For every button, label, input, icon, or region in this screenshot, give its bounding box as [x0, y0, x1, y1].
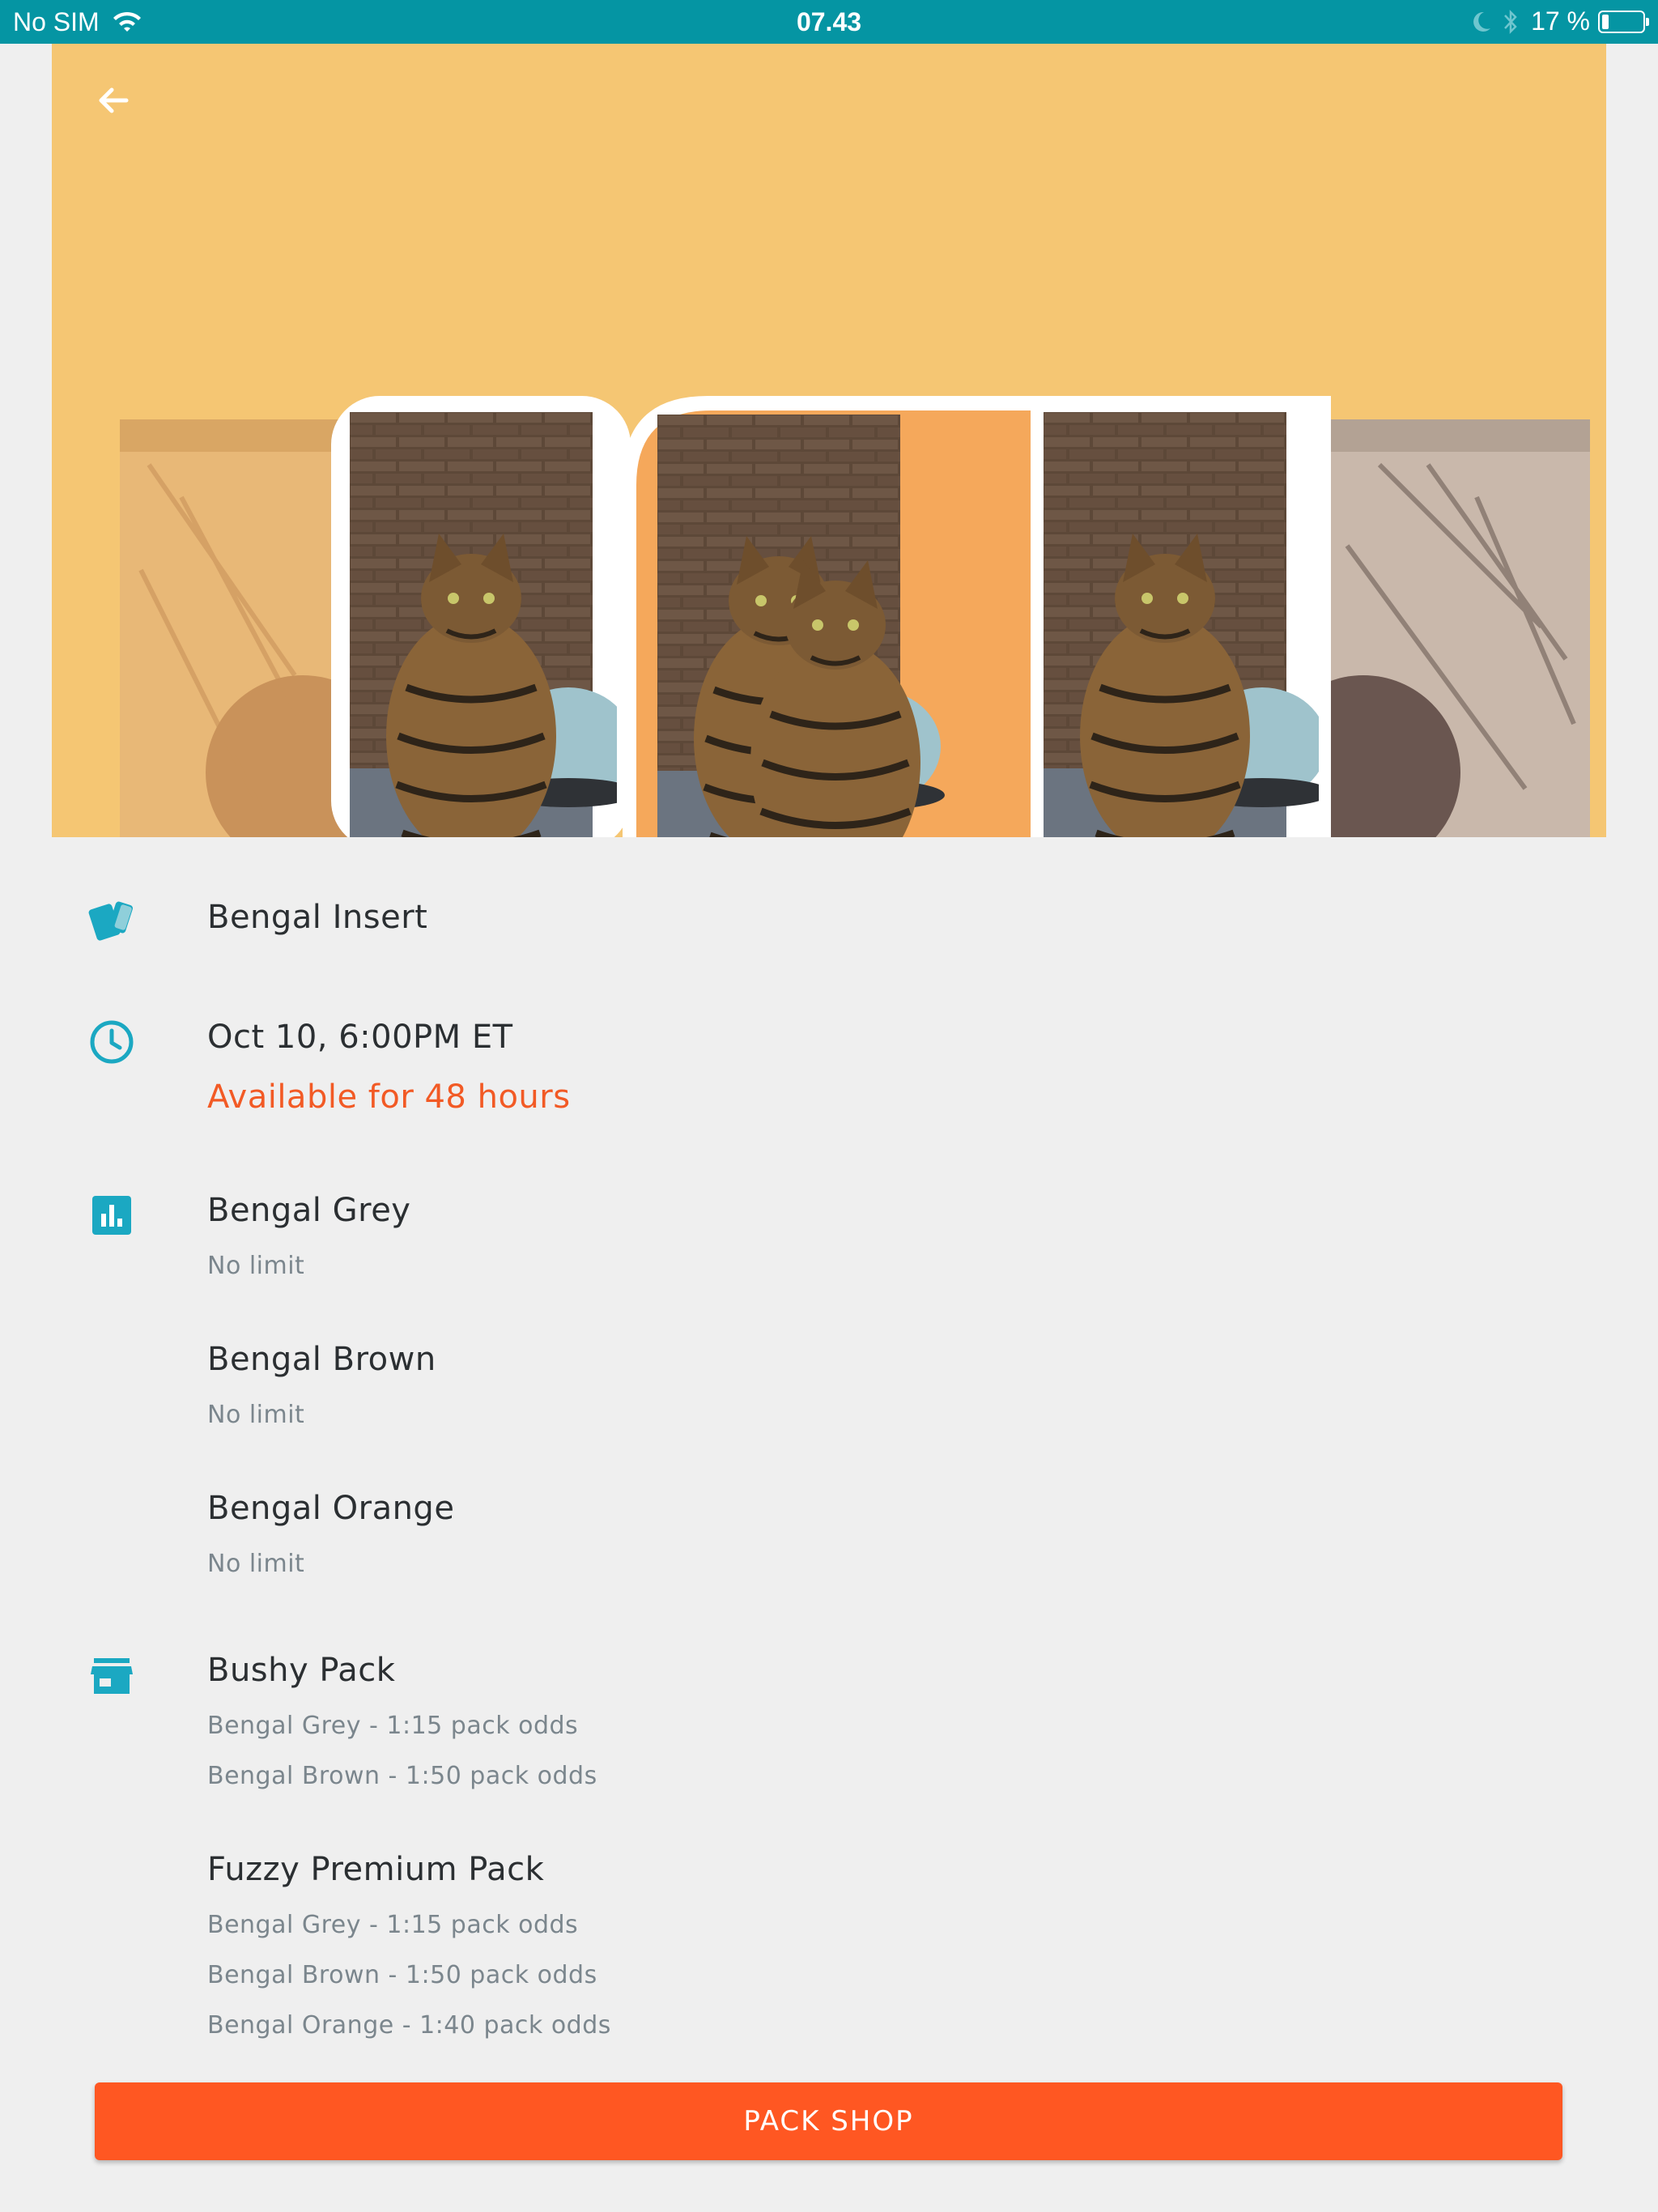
hero-banner	[52, 44, 1606, 837]
set-name: Bengal Insert	[207, 899, 428, 936]
status-time: 07.43	[796, 7, 862, 36]
battery-percent: 17 %	[1531, 6, 1590, 36]
pack-artwork	[120, 396, 1590, 837]
card-name: Bengal Orange	[207, 1490, 455, 1527]
card-limit: No limit	[207, 1550, 305, 1578]
pack-odds: Bengal Orange - 1:40 pack odds	[207, 2011, 611, 2040]
release-date: Oct 10, 6:00PM ET	[207, 1019, 513, 1056]
card-limit: No limit	[207, 1401, 305, 1429]
battery-fill	[1602, 14, 1609, 29]
store-icon	[91, 1658, 133, 1694]
status-right: 17 %	[1469, 6, 1649, 36]
pack-odds: Bengal Grey - 1:15 pack odds	[207, 1911, 579, 1939]
card-name: Bengal Grey	[207, 1192, 411, 1229]
bluetooth-icon	[1504, 9, 1517, 34]
card-limit: No limit	[207, 1252, 305, 1280]
pack-odds: Bengal Brown - 1:50 pack odds	[207, 1762, 597, 1790]
bar-chart-icon	[92, 1196, 131, 1235]
status-bar: No SIM 07.43 17 %	[0, 0, 1658, 44]
battery-icon	[1598, 10, 1649, 33]
back-button[interactable]	[84, 71, 142, 130]
pack-name: Fuzzy Premium Pack	[207, 1851, 545, 1888]
pack-name: Bushy Pack	[207, 1652, 396, 1689]
arrow-left-icon	[99, 87, 129, 113]
clock-icon	[90, 1020, 134, 1064]
availability-text: Available for 48 hours	[207, 1078, 571, 1116]
cards-icon	[88, 901, 133, 941]
pack-odds: Bengal Grey - 1:15 pack odds	[207, 1712, 579, 1740]
pack-shop-button[interactable]: PACK SHOP	[95, 2082, 1562, 2160]
pack-odds: Bengal Brown - 1:50 pack odds	[207, 1961, 597, 1989]
moon-icon	[1473, 11, 1491, 32]
card-name: Bengal Brown	[207, 1341, 436, 1378]
